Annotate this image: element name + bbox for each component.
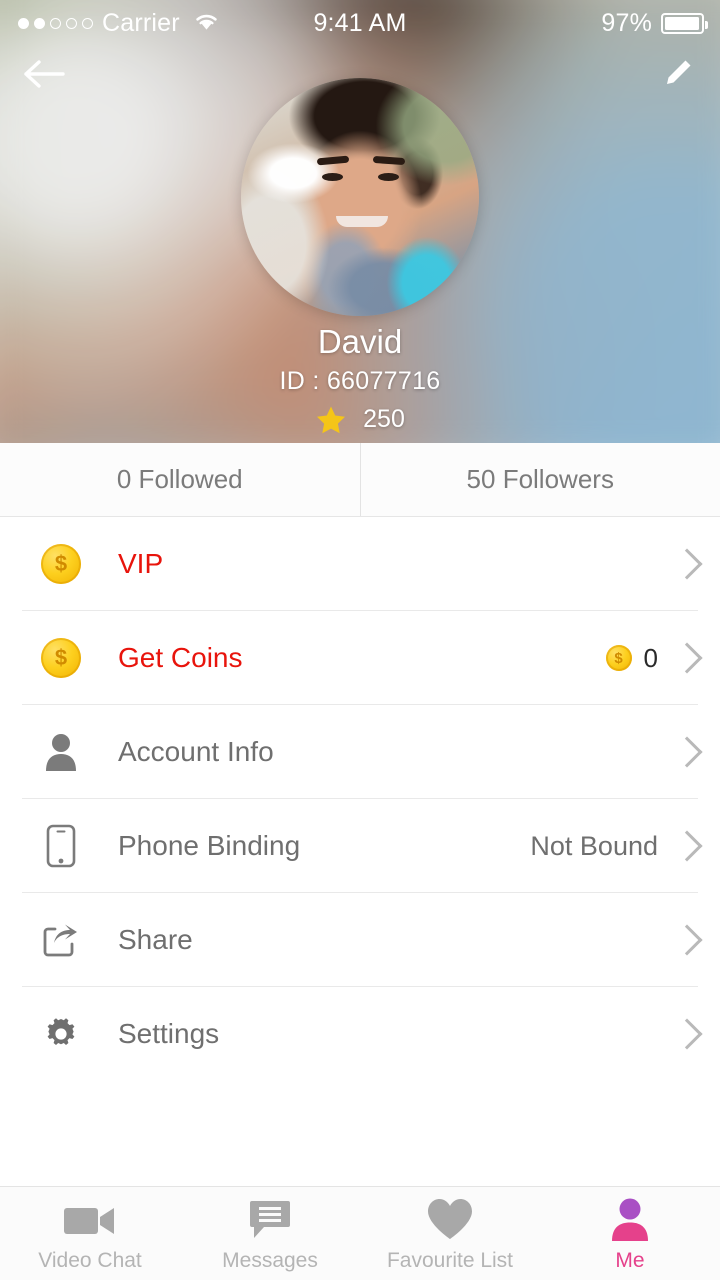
settings-menu-list: $ VIP $ Get Coins $ 0 Account Info Phone…: [0, 517, 720, 1081]
coin-balance-value: 0: [643, 642, 658, 673]
chevron-right-icon: [671, 1018, 703, 1050]
share-icon: [30, 921, 92, 959]
menu-item-right: [670, 924, 703, 956]
back-button[interactable]: [14, 48, 76, 104]
status-bar: Carrier 9:41 AM 97%: [0, 0, 720, 46]
person-icon: [30, 733, 92, 771]
tab-followed[interactable]: 0 Followed: [0, 443, 361, 516]
menu-item-account-info[interactable]: Account Info: [0, 705, 720, 799]
chevron-right-icon: [671, 830, 703, 862]
heart-icon: [426, 1195, 474, 1241]
menu-item-right: [670, 548, 703, 580]
battery-icon: [661, 12, 708, 34]
profile-id: ID : 66077716: [279, 366, 441, 395]
followers-count-label: 50 Followers: [466, 464, 614, 494]
avatar-detail-mouth: [336, 216, 389, 228]
tab-video-chat[interactable]: Video Chat: [0, 1187, 180, 1280]
gear-icon: [30, 1016, 92, 1052]
tab-followers[interactable]: 50 Followers: [361, 443, 720, 516]
chevron-right-icon: [671, 642, 703, 674]
avatar-detail-brows: [317, 157, 421, 164]
person-icon: [609, 1195, 651, 1241]
menu-item-label: Account Info: [118, 736, 274, 767]
menu-item-label: Share: [118, 924, 193, 955]
menu-item-label: Get Coins: [118, 642, 243, 673]
status-bar-right: 97%: [601, 8, 708, 38]
coin-dollar-icon: $: [30, 544, 92, 584]
back-arrow-icon: [23, 57, 67, 96]
video-camera-icon: [62, 1195, 118, 1241]
coin-balance-icon: $: [605, 645, 632, 671]
bottom-tab-bar: Video Chat Messages Favourite List Me: [0, 1186, 720, 1280]
chevron-right-icon: [671, 736, 703, 768]
phone-icon: [30, 824, 92, 868]
chevron-right-icon: [671, 548, 703, 580]
pencil-edit-icon: [660, 57, 694, 96]
profile-identity: David ID : 66077716 250: [0, 322, 720, 436]
menu-item-settings[interactable]: Settings: [0, 987, 720, 1081]
profile-screen: Carrier 9:41 AM 97% David ID: 66077716 …: [0, 0, 720, 1280]
tab-label: Video Chat: [38, 1248, 142, 1272]
tab-label: Messages: [222, 1248, 318, 1272]
chevron-right-icon: [671, 924, 703, 956]
avatar-photo: [241, 78, 479, 316]
menu-item-right: Not Bound: [530, 830, 703, 862]
menu-item-label: VIP: [118, 548, 164, 579]
menu-item-right: $ 0: [605, 642, 703, 674]
tab-label: Favourite List: [386, 1248, 514, 1272]
menu-item-right: [670, 736, 703, 768]
menu-item-phone-binding[interactable]: Phone Binding Not Bound: [0, 799, 720, 893]
avatar-detail-eyes: [321, 173, 418, 182]
avatar[interactable]: [241, 78, 479, 316]
menu-item-label: Settings: [118, 1018, 220, 1049]
menu-item-get-coins[interactable]: $ Get Coins $ 0: [0, 611, 720, 705]
menu-item-label: Phone Binding: [118, 830, 301, 861]
tab-me[interactable]: Me: [540, 1187, 720, 1280]
follow-stats-tabs: 0 Followed 50 Followers: [0, 443, 720, 517]
coin-dollar-icon: $: [30, 638, 92, 678]
level-points-label: 250: [363, 405, 405, 434]
tab-label: Me: [615, 1248, 645, 1272]
chat-bubble-icon: [248, 1195, 292, 1241]
menu-item-vip[interactable]: $ VIP: [0, 517, 720, 611]
tab-favourite-list[interactable]: Favourite List: [360, 1187, 540, 1280]
phone-binding-status: Not Bound: [530, 830, 658, 861]
profile-name: David: [317, 323, 403, 360]
star-icon: [315, 404, 347, 436]
tab-messages[interactable]: Messages: [180, 1187, 360, 1280]
battery-percent-label: 97%: [601, 8, 652, 37]
profile-level: 250: [0, 404, 720, 436]
menu-item-share[interactable]: Share: [0, 893, 720, 987]
edit-profile-button[interactable]: [646, 48, 708, 104]
menu-item-right: [670, 1018, 703, 1050]
profile-header: Carrier 9:41 AM 97% David ID: 66077716 …: [0, 0, 720, 443]
followed-count-label: 0 Followed: [116, 464, 243, 494]
